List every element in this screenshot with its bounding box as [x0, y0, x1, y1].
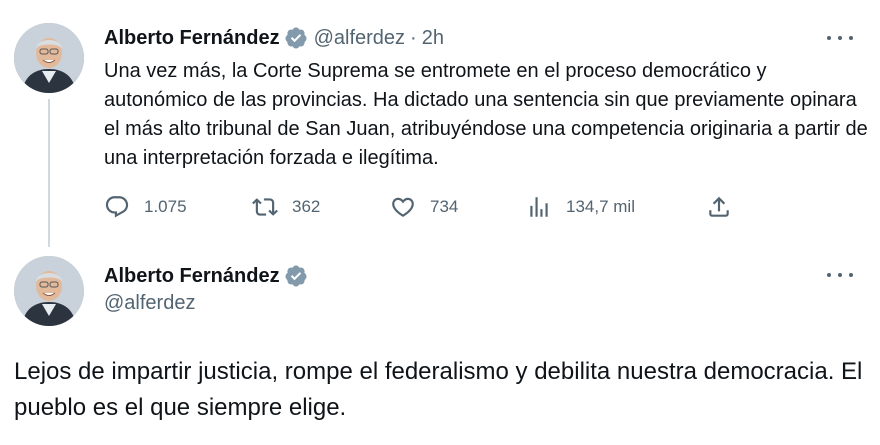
- retweet-count: 362: [292, 197, 321, 216]
- separator-dot: ·: [410, 26, 417, 49]
- like-count: 734: [430, 197, 459, 216]
- like-button[interactable]: 734: [390, 192, 458, 222]
- tweet-text: Lejos de impartir justicia, rompe el fed…: [14, 358, 863, 421]
- heart-icon: [390, 194, 416, 220]
- views-count: 134,7 mil: [566, 197, 635, 216]
- avatar-image: [14, 256, 84, 326]
- reply-button[interactable]: 1.075: [104, 192, 187, 222]
- avatar-image: [14, 23, 84, 93]
- reply-count: 1.075: [144, 197, 187, 216]
- reply-icon: [104, 194, 130, 220]
- tweet-actions-bar: 1.075 362 734 134,7 mil: [104, 192, 744, 222]
- author-name[interactable]: Alberto Fernández: [104, 27, 280, 50]
- tweet-text: Una vez más, la Corte Suprema se entrome…: [104, 60, 868, 169]
- verified-badge-icon[interactable]: [284, 264, 308, 288]
- author-handle[interactable]: @alferdez: [104, 292, 195, 315]
- author-avatar[interactable]: [14, 256, 84, 326]
- share-icon: [706, 194, 732, 220]
- tweet-timestamp[interactable]: 2h: [422, 27, 444, 50]
- author-avatar[interactable]: [14, 23, 84, 93]
- views-chart-icon: [526, 194, 552, 220]
- author-handle[interactable]: @alferdez: [314, 27, 405, 50]
- verified-badge-icon[interactable]: [284, 26, 308, 50]
- retweet-icon: [252, 194, 278, 220]
- tweet-header: Alberto Fernández @alferdez · 2h: [104, 24, 444, 52]
- author-name[interactable]: Alberto Fernández: [104, 265, 280, 288]
- more-options-icon[interactable]: [827, 270, 853, 280]
- retweet-button[interactable]: 362: [252, 192, 320, 222]
- more-options-icon[interactable]: [827, 33, 853, 43]
- thread-connector-line: [48, 99, 50, 247]
- views-button[interactable]: 134,7 mil: [526, 192, 635, 222]
- share-button[interactable]: [706, 192, 732, 222]
- tweet-header: Alberto Fernández: [104, 262, 308, 290]
